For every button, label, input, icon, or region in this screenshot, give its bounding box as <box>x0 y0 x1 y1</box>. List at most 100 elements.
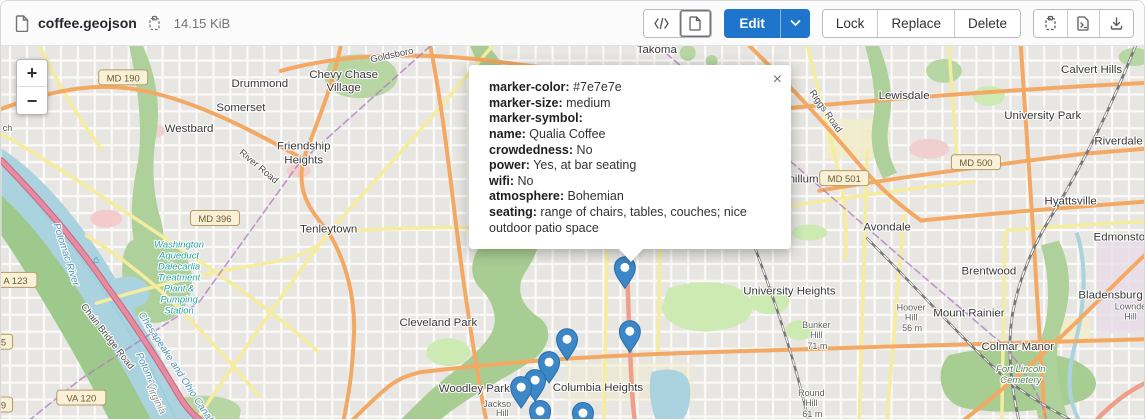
map-label: Edmonston <box>1094 231 1144 243</box>
map-label: Hyattsville <box>1045 196 1097 208</box>
map-label: Columbia Heights <box>553 382 644 394</box>
feature-properties: marker-color: #7e7e7emarker-size: medium… <box>489 80 773 236</box>
map-label: Aqueduct <box>158 250 199 261</box>
download-icon <box>1109 16 1124 31</box>
map-label: University Park <box>1004 110 1081 122</box>
map-label: Fort Lincoln <box>996 364 1045 375</box>
map-label: Round <box>798 388 824 398</box>
file-action-group: Lock Replace Delete <box>822 9 1021 38</box>
map-label: Heights <box>284 155 323 167</box>
map-label: Brentwood <box>962 265 1017 277</box>
map-label: Colmar Manor <box>982 341 1055 353</box>
map-label: Hoover <box>897 302 926 312</box>
copy-path-icon[interactable] <box>145 13 164 33</box>
svg-text:MD 500: MD 500 <box>959 158 992 169</box>
feature-property: marker-symbol: <box>489 111 773 127</box>
edit-dropdown-button[interactable] <box>780 9 810 38</box>
route-shield: MD 190 <box>99 70 148 85</box>
copy-contents-button[interactable] <box>1034 10 1067 37</box>
map-label: Hill <box>805 398 817 408</box>
map-label: Cemetery <box>1000 375 1042 386</box>
zoom-control: + − <box>16 59 48 115</box>
source-view-button[interactable] <box>644 10 679 37</box>
map-marker[interactable] <box>573 403 594 419</box>
edit-button[interactable]: Edit <box>724 9 780 38</box>
map-label: Hill <box>1124 311 1136 321</box>
map-label: Woodley Park <box>439 383 510 395</box>
view-toggle-group <box>643 9 712 38</box>
map-label: 61 m <box>802 409 822 419</box>
map-label: Lewisdale <box>879 90 930 102</box>
edit-split-button: Edit <box>724 9 810 38</box>
feature-property: marker-color: #7e7e7e <box>489 80 773 96</box>
map-label: 71 m <box>807 341 827 351</box>
map-label: Takoma <box>637 46 678 56</box>
popup-close-icon[interactable]: × <box>771 70 784 90</box>
feature-property: crowdedness: No <box>489 143 773 159</box>
map-label: University Heights <box>743 285 836 297</box>
feature-property: name: Qualia Coffee <box>489 127 773 143</box>
svg-text:VA 120: VA 120 <box>66 394 96 405</box>
map-marker[interactable] <box>530 401 551 419</box>
route-shield: VA 120 <box>57 390 106 405</box>
map-label: Hill <box>496 408 508 418</box>
route-shield: 9 <box>1 397 13 412</box>
file-name: coffee.geojson <box>38 15 137 31</box>
map-label: Calvert Hills <box>1061 64 1122 76</box>
map-label: Treatment <box>158 272 201 283</box>
svg-text:9: 9 <box>1 401 6 412</box>
snippet-file-card: coffee.geojson 14.15 KiB <box>0 0 1145 419</box>
geojson-map-preview[interactable]: ⌂ MD 190MD 396MD 501MD 500A 123VA 12059 … <box>1 46 1144 419</box>
chevron-down-icon <box>790 19 801 27</box>
route-shield: A 123 <box>1 272 37 287</box>
zoom-out-button[interactable]: − <box>17 87 47 114</box>
map-label: Cleveland Park <box>400 317 478 329</box>
map-label: Tenleytown <box>300 224 357 236</box>
map-label: Drummond <box>232 78 289 90</box>
feature-property: wifi: No <box>489 174 773 190</box>
download-button[interactable] <box>1099 10 1133 37</box>
map-label: Station <box>164 305 193 316</box>
feature-property: power: Yes, at bar seating <box>489 158 773 174</box>
map-label: ch <box>3 123 12 133</box>
raw-file-icon <box>1077 16 1090 31</box>
map-label: Bunker <box>802 320 830 330</box>
svg-text:MD 501: MD 501 <box>828 174 861 185</box>
map-label: Lownde <box>1115 301 1144 311</box>
route-shield: MD 500 <box>951 155 1000 170</box>
map-label: Friendship <box>277 141 330 153</box>
rendered-view-button[interactable] <box>679 10 711 37</box>
map-label: 56 m <box>902 323 922 333</box>
map-label: Mount Rainier <box>933 307 1004 319</box>
replace-button[interactable]: Replace <box>877 10 954 37</box>
feature-property: seating: range of chairs, tables, couche… <box>489 205 773 236</box>
document-icon <box>689 16 702 31</box>
map-label: Riverdale <box>1094 136 1142 148</box>
file-icon <box>15 15 30 32</box>
landmark-icon: ⌂ <box>93 254 99 265</box>
route-shield: MD 396 <box>190 211 239 226</box>
open-raw-button[interactable] <box>1067 10 1099 37</box>
delete-button[interactable]: Delete <box>954 10 1020 37</box>
lock-button[interactable]: Lock <box>823 10 878 37</box>
popup-tail <box>618 248 644 262</box>
header-actions: Edit Lock Replace Delete <box>643 9 1134 38</box>
zoom-in-button[interactable]: + <box>17 60 47 87</box>
map-label: Avondale <box>863 222 911 234</box>
file-size: 14.15 KiB <box>174 16 230 31</box>
map-label: Hill <box>810 330 822 340</box>
map-label: Westbard <box>165 123 214 135</box>
svg-text:A 123: A 123 <box>3 276 27 287</box>
map-label: Hill <box>905 312 917 322</box>
feature-property: atmosphere: Bohemian <box>489 189 773 205</box>
map-label: Dalecarlia <box>158 261 200 272</box>
feature-popup: × marker-color: #7e7e7emarker-size: medi… <box>469 65 791 249</box>
map-label: Village <box>327 82 361 94</box>
svg-text:MD 396: MD 396 <box>198 214 231 225</box>
route-shield: MD 501 <box>820 171 869 186</box>
map-label: Somerset <box>216 102 266 114</box>
map-label: Bladensburg <box>1078 289 1142 301</box>
svg-text:5: 5 <box>1 338 6 349</box>
svg-text:MD 190: MD 190 <box>107 73 140 84</box>
map-label: Pumping <box>160 294 198 305</box>
